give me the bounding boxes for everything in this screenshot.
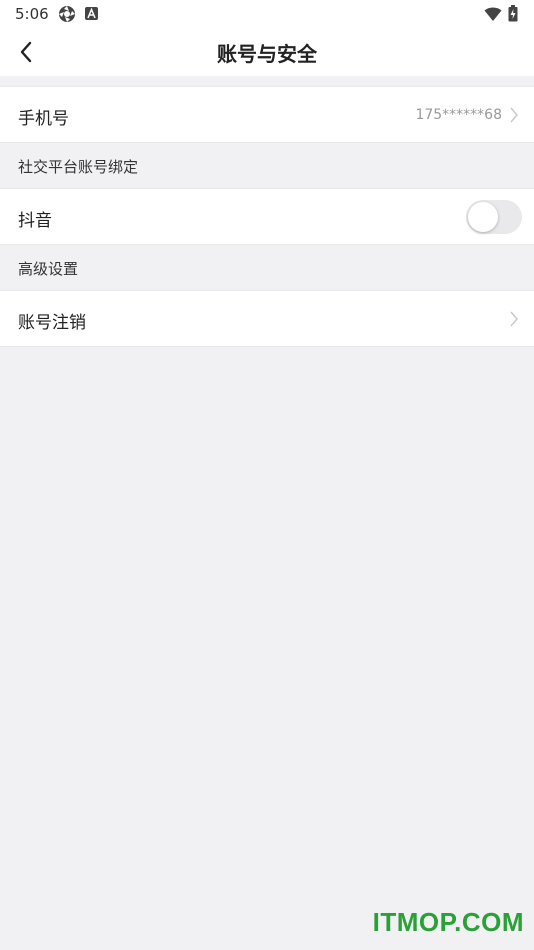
chevron-right-icon [510, 311, 518, 327]
aperture-icon [59, 6, 75, 22]
page-title: 账号与安全 [217, 42, 317, 66]
douyin-row: 抖音 [0, 188, 534, 245]
chevron-right-icon [510, 107, 518, 123]
header: 账号与安全 [0, 28, 534, 76]
douyin-toggle[interactable] [466, 200, 522, 234]
battery-icon [508, 5, 518, 22]
status-bar: 5:06 [0, 0, 534, 28]
a-app-icon [85, 7, 98, 20]
phone-row[interactable]: 手机号 175******68 [0, 86, 534, 143]
toggle-knob [468, 202, 498, 232]
wifi-icon [484, 7, 502, 21]
advanced-section-label: 高级设置 [18, 260, 79, 278]
deregister-row[interactable]: 账号注销 [0, 290, 534, 347]
advanced-section-header: 高级设置 [0, 245, 534, 290]
deregister-label: 账号注销 [18, 313, 86, 333]
gap-strip [0, 76, 534, 86]
douyin-label: 抖音 [18, 211, 52, 231]
phone-label: 手机号 [18, 109, 69, 129]
status-time: 5:06 [15, 5, 49, 23]
watermark: ITMOP.COM [372, 907, 524, 937]
social-section-label: 社交平台账号绑定 [18, 158, 139, 176]
social-section-header: 社交平台账号绑定 [0, 143, 534, 188]
phone-value: 175******68 [415, 107, 502, 123]
